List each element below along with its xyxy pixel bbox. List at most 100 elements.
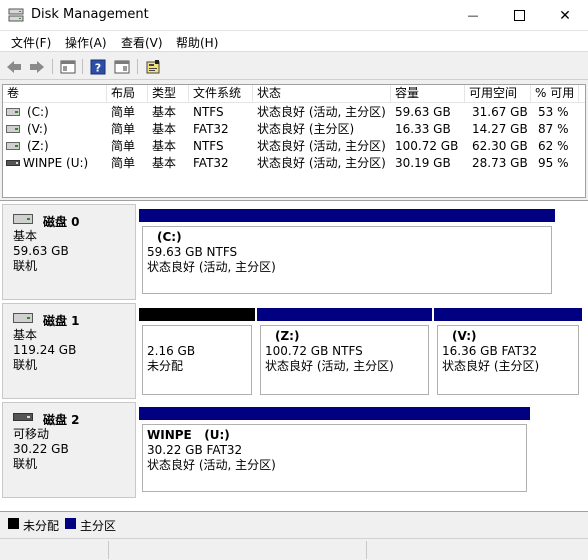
volume-percent-free: 53 %: [538, 105, 569, 119]
partition-size: 16.36 GB FAT32: [442, 344, 538, 358]
volume-free-space: 62.30 GB: [472, 139, 528, 153]
help-button[interactable]: ?: [88, 57, 108, 76]
disk-state: 联机: [13, 457, 38, 471]
volume-drive-icon: [6, 125, 20, 133]
partition-body: WINPE (U:) 30.22 GB FAT32 状态良好 (活动, 主分区): [142, 424, 527, 492]
partition-unallocated[interactable]: 2.16 GB 未分配: [139, 308, 255, 398]
toolbar-separator: [52, 59, 53, 74]
column-header-status[interactable]: 状态: [253, 85, 391, 103]
menu-view[interactable]: 查看(V): [121, 34, 163, 51]
legend-swatch-unallocated: [8, 518, 19, 529]
status-bar-separator: [108, 541, 109, 559]
column-header-percent-free[interactable]: % 可用: [531, 85, 579, 103]
disk-size: 119.24 GB: [13, 343, 77, 357]
disk-0-label[interactable]: 磁盘 0 基本 59.63 GB 联机: [2, 204, 136, 300]
volume-row[interactable]: (Z:) 简单 基本 NTFS 状态良好 (活动, 主分区) 100.72 GB…: [3, 138, 585, 155]
legend: 未分配 主分区: [0, 513, 588, 535]
partition-size: 100.72 GB NTFS: [265, 344, 363, 358]
forward-button[interactable]: [27, 57, 47, 76]
toolbar-separator: [137, 59, 138, 74]
column-header-capacity[interactable]: 容量: [391, 85, 465, 103]
volume-name: (Z:): [27, 139, 49, 153]
primary-partition-bar: [257, 308, 432, 321]
volume-name: (C:): [27, 105, 49, 119]
partition-body: (V:) 16.36 GB FAT32 状态良好 (主分区): [437, 325, 579, 395]
volume-row[interactable]: WINPE (U:) 简单 基本 FAT32 状态良好 (活动, 主分区) 30…: [3, 155, 585, 172]
column-header-free-space[interactable]: 可用空间: [465, 85, 531, 103]
volume-percent-free: 95 %: [538, 156, 569, 170]
column-header-layout[interactable]: 布局: [107, 85, 148, 103]
menu-file[interactable]: 文件(F): [11, 34, 51, 51]
close-icon: ✕: [559, 7, 571, 24]
volume-free-space: 28.73 GB: [472, 156, 528, 170]
volume-filesystem: FAT32: [193, 122, 229, 136]
svg-text:?: ?: [95, 61, 101, 74]
volume-layout: 简单: [111, 122, 136, 136]
disk-map-panel: 磁盘 0 基本 59.63 GB 联机 (C:) 59.63 GB NTFS 状…: [0, 200, 588, 512]
disk-management-app-icon: [8, 8, 24, 22]
partition-status: 状态良好 (主分区): [442, 359, 540, 373]
toolbar: ?: [0, 53, 588, 80]
toolbar-separator: [82, 59, 83, 74]
volume-drive-icon: [6, 142, 20, 150]
volume-layout: 简单: [111, 139, 136, 153]
partition-name: (C:): [157, 230, 182, 244]
partition-size: 59.63 GB NTFS: [147, 245, 238, 259]
menu-help[interactable]: 帮助(H): [176, 34, 218, 51]
volume-type: 基本: [152, 105, 177, 119]
partition-v[interactable]: (V:) 16.36 GB FAT32 状态良好 (主分区): [434, 308, 582, 398]
volume-name: (V:): [27, 122, 48, 136]
volume-row[interactable]: (V:) 简单 基本 FAT32 状态良好 (主分区) 16.33 GB 14.…: [3, 121, 585, 138]
hard-disk-icon: [13, 214, 33, 224]
disk-state: 联机: [13, 259, 38, 273]
volume-layout: 简单: [111, 105, 136, 119]
disk-size: 59.63 GB: [13, 244, 69, 258]
volume-capacity: 30.19 GB: [395, 156, 451, 170]
menu-action[interactable]: 操作(A): [65, 34, 107, 51]
partition-u[interactable]: WINPE (U:) 30.22 GB FAT32 状态良好 (活动, 主分区): [139, 407, 530, 495]
wizard-button[interactable]: [143, 57, 163, 76]
minimize-button[interactable]: —: [450, 0, 496, 31]
console-tree-button[interactable]: [58, 57, 78, 76]
volume-filesystem: NTFS: [193, 105, 224, 119]
volume-name: WINPE (U:): [23, 156, 89, 170]
disk-2-label[interactable]: 磁盘 2 可移动 30.22 GB 联机: [2, 402, 136, 498]
partition-body: (C:) 59.63 GB NTFS 状态良好 (活动, 主分区): [142, 226, 552, 294]
volume-status: 状态良好 (活动, 主分区): [257, 139, 386, 153]
maximize-button[interactable]: [496, 0, 542, 31]
back-icon: [7, 60, 21, 73]
hard-disk-icon: [13, 313, 33, 323]
back-button[interactable]: [4, 57, 24, 76]
status-bar: [0, 538, 588, 560]
volume-list[interactable]: 卷 布局 类型 文件系统 状态 容量 可用空间 % 可用 (C:) 简单 基本 …: [2, 84, 586, 198]
menu-bar: 文件(F) 操作(A) 查看(V) 帮助(H): [0, 31, 588, 52]
partition-status: 状态良好 (活动, 主分区): [147, 458, 276, 472]
legend-label-primary: 主分区: [80, 519, 117, 533]
status-bar-separator: [366, 541, 367, 559]
partition-name: (Z:): [275, 329, 300, 343]
volume-layout: 简单: [111, 156, 136, 170]
disk-name: 磁盘 2: [43, 413, 80, 427]
column-header-volume[interactable]: 卷: [3, 85, 107, 103]
column-header-filesystem[interactable]: 文件系统: [189, 85, 253, 103]
volume-percent-free: 62 %: [538, 139, 569, 153]
partition-c[interactable]: (C:) 59.63 GB NTFS 状态良好 (活动, 主分区): [139, 209, 555, 297]
volume-status: 状态良好 (主分区): [257, 122, 355, 136]
volume-free-space: 14.27 GB: [472, 122, 528, 136]
volume-row[interactable]: (C:) 简单 基本 NTFS 状态良好 (活动, 主分区) 59.63 GB …: [3, 104, 585, 121]
partition-body: 2.16 GB 未分配: [142, 325, 252, 395]
close-button[interactable]: ✕: [542, 0, 588, 31]
title-bar: Disk Management — ✕: [0, 0, 588, 31]
column-header-type[interactable]: 类型: [148, 85, 189, 103]
volume-type: 基本: [152, 122, 177, 136]
unallocated-bar: [139, 308, 255, 321]
volume-capacity: 100.72 GB: [395, 139, 459, 153]
disk-state: 联机: [13, 358, 38, 372]
partition-size: 2.16 GB: [147, 344, 196, 358]
legend-label-unallocated: 未分配: [23, 519, 60, 533]
partition-name: WINPE (U:): [147, 428, 230, 442]
partition-z[interactable]: (Z:) 100.72 GB NTFS 状态良好 (活动, 主分区): [257, 308, 432, 398]
volume-type: 基本: [152, 139, 177, 153]
disk-1-label[interactable]: 磁盘 1 基本 119.24 GB 联机: [2, 303, 136, 399]
properties-button[interactable]: [112, 57, 132, 76]
